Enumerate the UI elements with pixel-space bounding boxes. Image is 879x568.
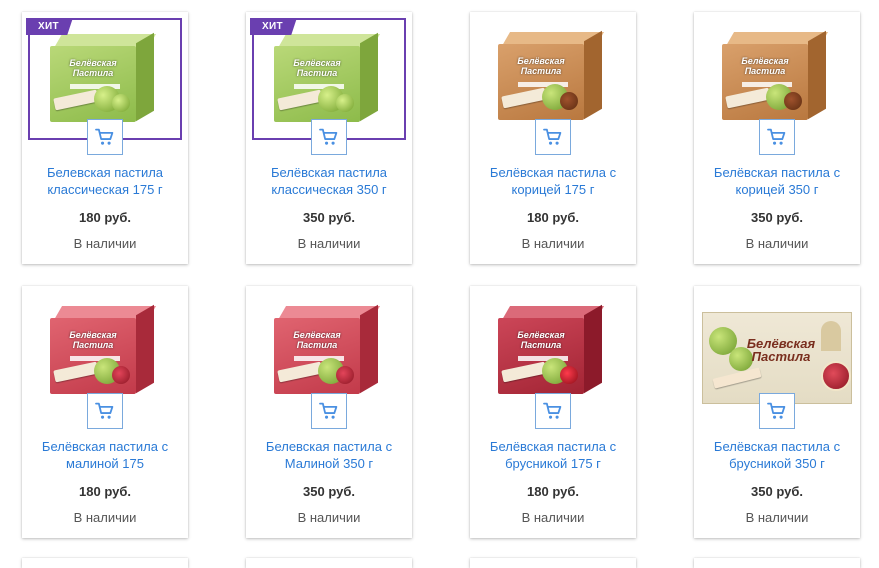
fruit-graphic xyxy=(560,92,578,110)
pastila-graphic xyxy=(501,361,547,383)
product-price: 350 руб. xyxy=(303,210,355,225)
stock-status: В наличии xyxy=(73,236,137,251)
pastila-graphic xyxy=(501,87,547,109)
shopping-cart-icon xyxy=(767,402,786,419)
product-card: Белёвская Пастила Белёвская пастила с ко… xyxy=(694,12,860,264)
shopping-cart-icon xyxy=(95,402,114,419)
product-name-link[interactable]: Белевская пастила с Малиной 350 г xyxy=(252,438,406,472)
product-price: 350 руб. xyxy=(751,210,803,225)
product-card: Белёвская Пастила Белёвская пастила с ко… xyxy=(470,12,636,264)
product-name-link[interactable]: Белевская пастила классическая 175 г xyxy=(28,164,182,198)
product-card: Белёвская Пастила ХИТ Белёвская пастила … xyxy=(246,12,412,264)
fruit-graphic xyxy=(112,94,130,112)
product-card: Белёвская Пастила Белёвская пастила с бр… xyxy=(470,286,636,538)
product-name-link[interactable]: Белёвская пастила с брусникой 350 г xyxy=(700,438,854,472)
product-grid: Белёвская Пастила ХИТ Белевская пастила … xyxy=(0,0,879,568)
product-card: Белёвская Пастила Белёвская пастила с бр… xyxy=(694,286,860,538)
box-label: Белёвская Пастила xyxy=(293,58,341,78)
stock-status: В наличии xyxy=(73,510,137,525)
box-label: Белёвская Пастила xyxy=(69,330,117,350)
product-price: 180 руб. xyxy=(79,210,131,225)
hit-badge: ХИТ xyxy=(26,18,73,35)
product-card: Белёвская Пастила ХИТ Белевская пастила … xyxy=(22,12,188,264)
product-card-partial xyxy=(694,558,860,568)
product-box-image: Белёвская Пастила xyxy=(274,304,384,396)
stock-status: В наличии xyxy=(521,236,585,251)
shopping-cart-icon xyxy=(319,402,338,419)
stock-status: В наличии xyxy=(745,236,809,251)
product-name-link[interactable]: Белёвская пастила с брусникой 175 г xyxy=(476,438,630,472)
add-to-cart-button[interactable] xyxy=(311,393,347,429)
product-box-image: Белёвская Пастила xyxy=(498,30,608,122)
box-label: Белёвская Пастила xyxy=(517,330,565,350)
berry-graphic xyxy=(821,361,851,391)
pastila-graphic xyxy=(53,89,99,111)
product-price: 180 руб. xyxy=(527,484,579,499)
add-to-cart-button[interactable] xyxy=(87,119,123,155)
product-card-partial xyxy=(246,558,412,568)
pastila-graphic xyxy=(277,361,323,383)
product-box-image: Белёвская Пастила xyxy=(50,32,160,124)
add-to-cart-button[interactable] xyxy=(311,119,347,155)
product-card-partial xyxy=(22,558,188,568)
add-to-cart-button[interactable] xyxy=(759,119,795,155)
add-to-cart-button[interactable] xyxy=(759,393,795,429)
church-graphic xyxy=(821,321,841,351)
pastila-graphic xyxy=(53,361,99,383)
banner-title: Белёвская Пастила xyxy=(746,336,816,364)
product-box-image: Белёвская Пастила xyxy=(498,304,608,396)
add-to-cart-button[interactable] xyxy=(535,119,571,155)
add-to-cart-button[interactable] xyxy=(535,393,571,429)
shopping-cart-icon xyxy=(767,128,786,145)
shopping-cart-icon xyxy=(319,128,338,145)
shopping-cart-icon xyxy=(95,128,114,145)
fruit-graphic xyxy=(784,92,802,110)
stock-status: В наличии xyxy=(297,510,361,525)
stock-status: В наличии xyxy=(745,510,809,525)
product-price: 180 руб. xyxy=(527,210,579,225)
fruit-graphic xyxy=(336,366,354,384)
product-card-partial xyxy=(470,558,636,568)
pastila-graphic xyxy=(725,87,771,109)
product-banner-image: Белёвская Пастила xyxy=(702,312,852,404)
product-price: 350 руб. xyxy=(303,484,355,499)
fruit-graphic xyxy=(336,94,354,112)
product-name-link[interactable]: Белёвская пастила с корицей 350 г xyxy=(700,164,854,198)
product-card: Белёвская Пастила Белевская пастила с Ма… xyxy=(246,286,412,538)
add-to-cart-button[interactable] xyxy=(87,393,123,429)
box-label: Белёвская Пастила xyxy=(517,56,565,76)
product-price: 180 руб. xyxy=(79,484,131,499)
product-price: 350 руб. xyxy=(751,484,803,499)
product-box-image: Белёвская Пастила xyxy=(722,30,832,122)
shopping-cart-icon xyxy=(543,128,562,145)
box-label: Белёвская Пастила xyxy=(741,56,789,76)
product-name-link[interactable]: Белёвская пастила с малиной 175 xyxy=(28,438,182,472)
product-name-link[interactable]: Белёвская пастила с корицей 175 г xyxy=(476,164,630,198)
stock-status: В наличии xyxy=(521,510,585,525)
product-card: Белёвская Пастила Белёвская пастила с ма… xyxy=(22,286,188,538)
product-box-image: Белёвская Пастила xyxy=(274,32,384,124)
product-box-image: Белёвская Пастила xyxy=(50,304,160,396)
fruit-graphic xyxy=(112,366,130,384)
pastila-graphic xyxy=(277,89,323,111)
hit-badge: ХИТ xyxy=(250,18,297,35)
product-name-link[interactable]: Белёвская пастила классическая 350 г xyxy=(252,164,406,198)
shopping-cart-icon xyxy=(543,402,562,419)
box-label: Белёвская Пастила xyxy=(69,58,117,78)
box-label: Белёвская Пастила xyxy=(293,330,341,350)
fruit-graphic xyxy=(560,366,578,384)
stock-status: В наличии xyxy=(297,236,361,251)
